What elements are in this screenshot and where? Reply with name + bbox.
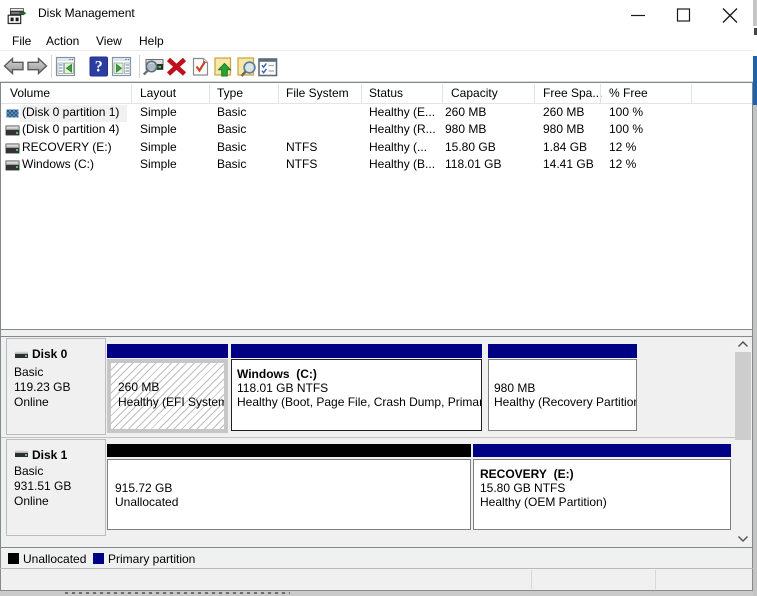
svg-text:?: ? [95, 59, 103, 76]
